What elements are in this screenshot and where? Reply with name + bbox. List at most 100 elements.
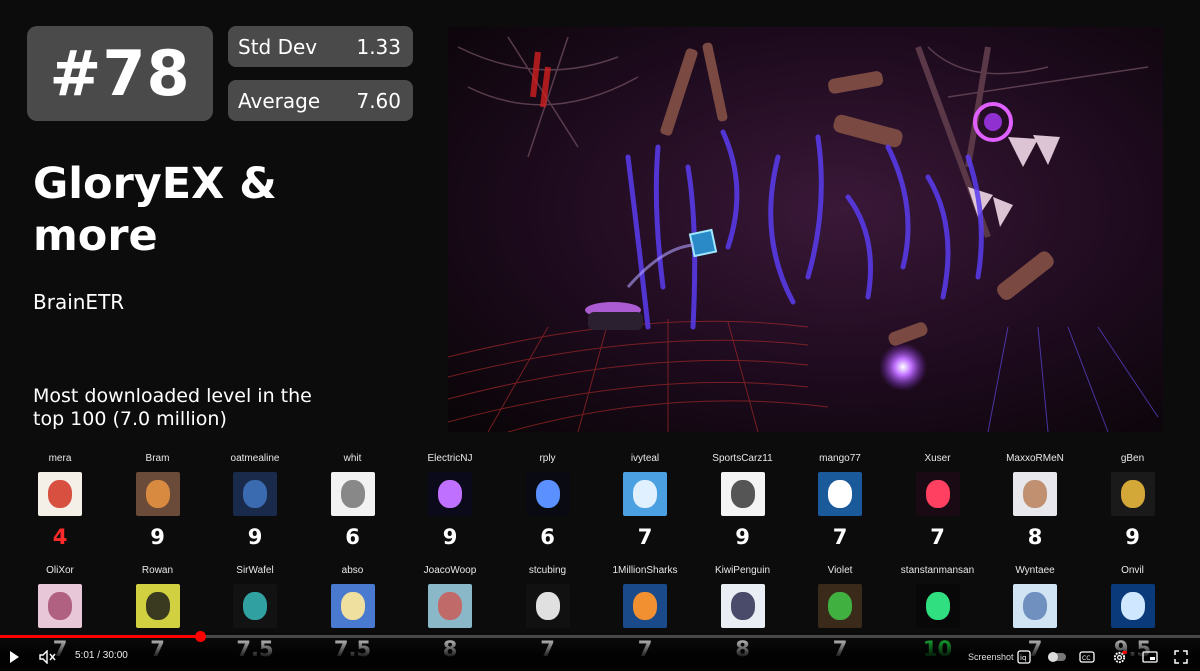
rater-name: Rowan <box>141 565 174 576</box>
rater-name: abso <box>341 565 364 576</box>
rater-name: rply <box>539 453 556 464</box>
rater-score: 9 <box>1125 525 1140 549</box>
rater-card: mango77 7 <box>791 452 889 550</box>
rater-name: Wyntaee <box>1015 565 1055 576</box>
rater-avatar <box>135 472 180 516</box>
rank-badge: #78 <box>27 26 213 121</box>
rater-score: 8 <box>1027 525 1043 549</box>
rater-avatar <box>818 584 862 628</box>
gear-icon <box>1113 650 1127 663</box>
extension-button[interactable]: iq <box>1016 645 1032 669</box>
gameplay-preview <box>448 27 1163 432</box>
level-fact: Most downloaded level in the top 100 (7.… <box>33 385 433 431</box>
rater-name: oatmealine <box>230 453 280 464</box>
rater-avatar <box>330 472 375 516</box>
rater-avatar <box>1013 472 1057 516</box>
rater-score: 7 <box>930 525 945 549</box>
rater-name: ivyteal <box>630 453 660 464</box>
autoplay-toggle[interactable] <box>1046 645 1068 669</box>
rater-score: 9 <box>150 525 165 549</box>
rater-name: KiwiPenguin <box>714 565 771 576</box>
rater-card: oatmealine 9 <box>206 452 304 550</box>
captions-icon: CC <box>1079 651 1095 663</box>
rater-score: 9 <box>442 525 458 549</box>
settings-button[interactable] <box>1110 645 1128 669</box>
mute-button[interactable] <box>38 645 58 669</box>
rater-name: OliXor <box>46 565 74 576</box>
level-fact-line2: top 100 (7.0 million) <box>33 408 227 430</box>
rater-avatar <box>623 584 667 628</box>
rater-score: 9 <box>247 525 263 549</box>
rater-name: SirWafel <box>236 565 274 576</box>
rater-name: Onvil <box>1121 565 1144 576</box>
rater-score: 9 <box>735 525 750 549</box>
rater-avatar <box>720 584 765 628</box>
rater-score: 7 <box>832 525 848 549</box>
rater-avatar <box>330 584 375 628</box>
rater-avatar <box>1110 472 1155 516</box>
rater-name: ElectricNJ <box>427 453 473 464</box>
rater-score: 6 <box>540 525 555 549</box>
rater-name: Xuser <box>924 453 951 464</box>
rater-avatar <box>38 584 82 628</box>
average-label: Average <box>238 88 321 113</box>
rater-card: MaxxoRMeN 8 <box>986 452 1084 550</box>
rater-name: mera <box>48 453 72 464</box>
rater-card: Xuser 7 <box>889 452 987 550</box>
rater-card: ElectricNJ 9 <box>401 452 499 550</box>
average-box: Average 7.60 <box>228 80 413 121</box>
rater-name: MaxxoRMeN <box>1006 453 1064 464</box>
captions-button[interactable]: CC <box>1078 645 1096 669</box>
std-dev-value: 1.33 <box>356 34 401 59</box>
rater-avatar <box>720 472 765 516</box>
rater-avatar <box>1013 584 1057 628</box>
rater-card: gBen 9 <box>1084 452 1182 550</box>
miniplayer-button[interactable] <box>1141 645 1159 669</box>
rater-avatar <box>233 472 277 516</box>
extension-icon: iq <box>1017 650 1031 664</box>
rater-avatar <box>623 472 667 516</box>
rater-card: rply 6 <box>499 452 597 550</box>
rater-name: whit <box>343 453 362 464</box>
rater-avatar <box>525 472 570 516</box>
rater-card: whit 6 <box>304 452 402 550</box>
level-creator: BrainETR <box>33 290 125 314</box>
rater-name: JoacoWoop <box>423 565 477 576</box>
rater-card: ivyteal 7 <box>596 452 694 550</box>
rater-name: mango77 <box>819 453 861 464</box>
toggle-icon <box>1048 652 1066 662</box>
rater-name: SportsCarz11 <box>712 453 773 464</box>
rater-name: Violet <box>827 565 853 576</box>
rater-name: stanstanmansan <box>900 565 975 576</box>
volume-muted-icon <box>39 650 56 664</box>
rater-score: 4 <box>52 525 68 549</box>
rater-avatar <box>135 584 180 628</box>
rater-card: mera 4 <box>11 452 109 550</box>
std-dev-label: Std Dev <box>238 34 318 59</box>
rater-name: gBen <box>1120 453 1145 464</box>
rater-avatar <box>525 584 570 628</box>
level-title: GloryEX & more <box>33 158 433 262</box>
play-button[interactable] <box>4 645 24 669</box>
screenshot-label[interactable]: Screenshot <box>968 652 1014 662</box>
rater-avatar <box>233 584 277 628</box>
time-display: 5:01 / 30:00 <box>75 650 128 661</box>
progress-fill <box>0 635 201 638</box>
rater-score: 7 <box>637 525 653 549</box>
rater-avatar <box>428 584 472 628</box>
fullscreen-icon <box>1174 650 1188 664</box>
level-title-line1: GloryEX & <box>33 159 277 209</box>
rater-name: 1MillionSharks <box>612 565 678 576</box>
std-dev-box: Std Dev 1.33 <box>228 26 413 67</box>
progress-bar[interactable] <box>0 631 1200 642</box>
rater-card: Bram 9 <box>109 452 207 550</box>
fullscreen-button[interactable] <box>1172 645 1190 669</box>
rater-avatar <box>915 584 960 628</box>
play-icon <box>10 651 19 663</box>
rater-card: SportsCarz11 9 <box>694 452 792 550</box>
rater-name: stcubing <box>528 565 567 576</box>
level-fact-line1: Most downloaded level in the <box>33 385 312 407</box>
miniplayer-icon <box>1142 651 1158 663</box>
average-value: 7.60 <box>356 88 401 113</box>
rater-avatar <box>915 472 960 516</box>
